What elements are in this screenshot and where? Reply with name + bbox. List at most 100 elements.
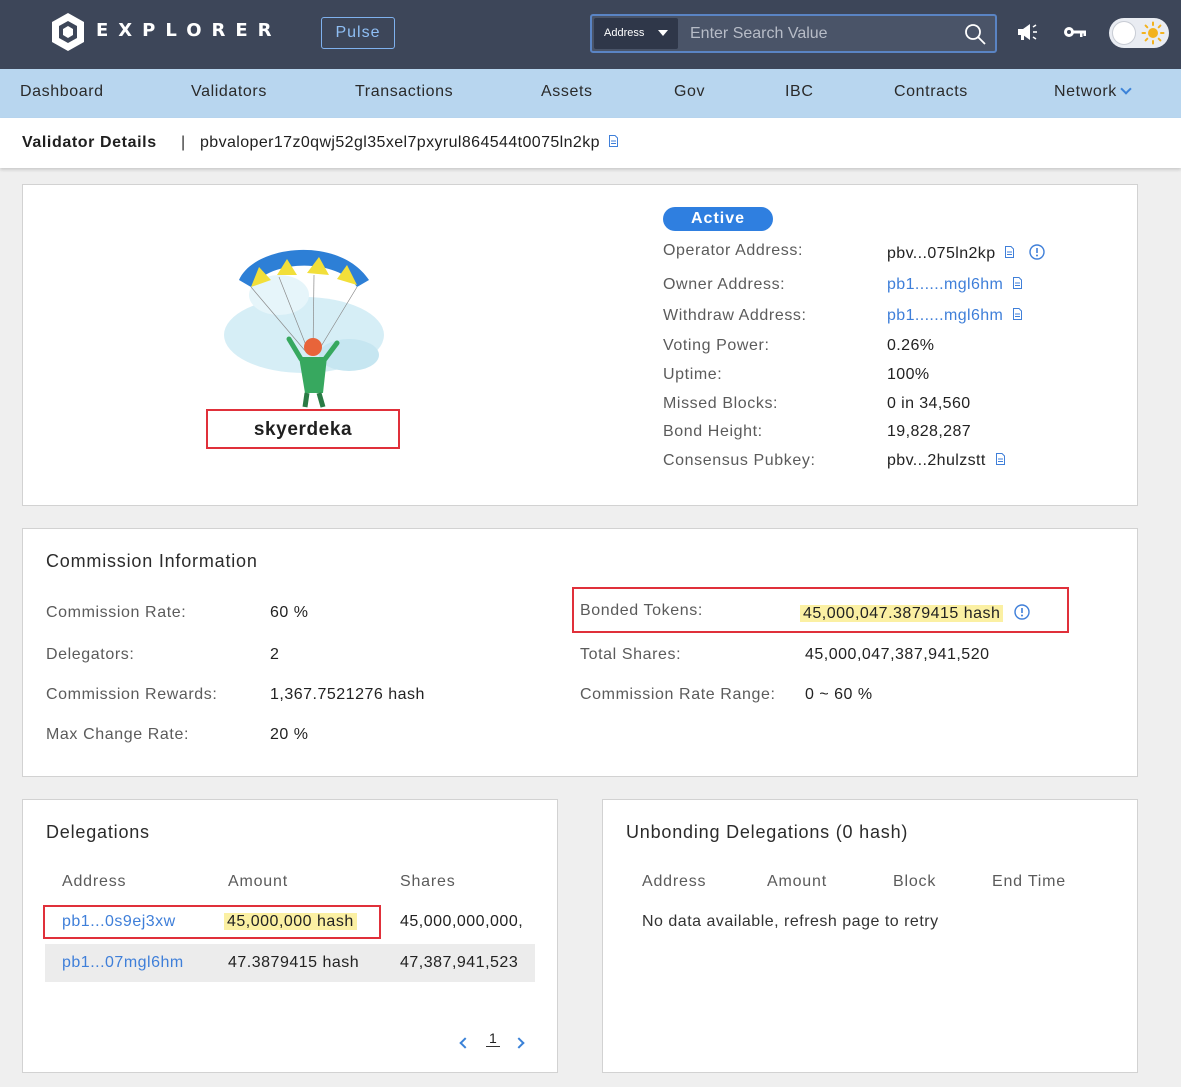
nav-dashboard[interactable]: Dashboard — [20, 83, 104, 101]
consensus-pubkey-label: Consensus Pubkey: — [663, 452, 816, 469]
nav-gov[interactable]: Gov — [674, 83, 705, 101]
validator-name-highlight: skyerdeka — [206, 409, 400, 449]
nav-validators[interactable]: Validators — [191, 83, 267, 101]
info-icon[interactable] — [1029, 244, 1045, 260]
max-change-rate-value: 20 % — [270, 726, 309, 743]
commission-rate-label: Commission Rate: — [46, 604, 187, 621]
col-end-time: End Time — [992, 873, 1066, 890]
chevron-down-icon — [1120, 83, 1132, 95]
nav-transactions[interactable]: Transactions — [355, 83, 453, 101]
delegation-amount: 47.3879415 hash — [228, 954, 360, 971]
commission-range-value: 0 ~ 60 % — [805, 686, 873, 703]
delegation-shares: 47,387,941,523 — [400, 954, 519, 971]
voting-power-label: Voting Power: — [663, 337, 770, 354]
operator-address-text: pbv...075ln2kp — [887, 245, 996, 262]
missed-blocks-value: 0 in 34,560 — [887, 395, 971, 412]
table-row: pb1...07mgl6hm 47.3879415 hash 47,387,94… — [45, 944, 535, 982]
bonded-tokens-value: 45,000,047.3879415 hash — [800, 602, 1031, 623]
withdraw-address-value[interactable]: pb1......mgl6hm — [887, 307, 1023, 325]
delegation-row-highlight — [43, 905, 381, 939]
top-bar: EXPLORER Pulse Address — [0, 0, 1181, 69]
megaphone-icon[interactable] — [1016, 22, 1038, 42]
brand-name[interactable]: EXPLORER — [96, 20, 282, 41]
validator-card: skyerdeka Active Operator Address: pbv..… — [22, 184, 1138, 506]
pulse-button[interactable]: Pulse — [321, 17, 395, 49]
validator-address: pbvaloper17z0qwj52gl35xel7pxyrul864544t0… — [200, 134, 618, 152]
search-type-select[interactable]: Address — [594, 18, 678, 49]
bond-height-label: Bond Height: — [663, 423, 763, 440]
validator-avatar — [224, 249, 384, 408]
commission-range-label: Commission Rate Range: — [580, 686, 776, 703]
delegators-label: Delegators: — [46, 646, 135, 663]
owner-address-link[interactable]: pb1......mgl6hm — [887, 276, 1003, 293]
total-shares-label: Total Shares: — [580, 646, 682, 663]
caret-down-icon — [658, 30, 668, 36]
validator-name: skyerdeka — [253, 419, 353, 440]
unbonding-title: Unbonding Delegations (0 hash) — [626, 822, 909, 842]
pagination-page[interactable]: 1 — [486, 1030, 500, 1047]
commission-title: Commission Information — [46, 551, 258, 571]
info-icon[interactable] — [1014, 604, 1031, 620]
search-type-label: Address — [604, 27, 645, 39]
theme-toggle[interactable] — [1109, 18, 1169, 48]
sun-icon — [1141, 21, 1165, 45]
consensus-pubkey-text: pbv...2hulzstt — [887, 452, 986, 469]
nav-assets[interactable]: Assets — [541, 83, 593, 101]
delegations-card: Delegations Address Amount Shares pb1...… — [22, 799, 558, 1073]
chevron-left-icon — [459, 1037, 471, 1049]
delegations-title: Delegations — [46, 822, 150, 842]
nav-contracts[interactable]: Contracts — [894, 83, 968, 101]
col-amount: Amount — [767, 873, 827, 890]
col-address: Address — [62, 873, 127, 890]
max-change-rate-label: Max Change Rate: — [46, 726, 190, 743]
unbonding-card: Unbonding Delegations (0 hash) Address A… — [602, 799, 1138, 1073]
empty-state-message: No data available, refresh page to retry — [642, 913, 939, 930]
bond-height-value: 19,828,287 — [887, 423, 972, 440]
withdraw-address-link[interactable]: pb1......mgl6hm — [887, 307, 1003, 324]
chevron-right-icon — [513, 1037, 525, 1049]
search-bar: Address — [590, 14, 997, 53]
nav-network-label: Network — [1054, 83, 1117, 100]
commission-rewards-value: 1,367.7521276 hash — [270, 686, 425, 703]
uptime-value: 100% — [887, 366, 930, 383]
delegation-address-link[interactable]: pb1...07mgl6hm — [62, 954, 184, 972]
search-icon[interactable] — [963, 22, 987, 46]
main-nav: Dashboard Validators Transactions Assets… — [0, 69, 1181, 118]
key-icon[interactable] — [1063, 23, 1087, 41]
breadcrumb: Validator Details | pbvaloper17z0qwj52gl… — [0, 118, 1181, 168]
pagination-prev[interactable] — [459, 1034, 471, 1050]
search-input[interactable] — [682, 18, 952, 49]
copy-icon[interactable] — [608, 135, 618, 147]
breadcrumb-separator: | — [181, 134, 186, 151]
validator-address-text: pbvaloper17z0qwj52gl35xel7pxyrul864544t0… — [200, 134, 600, 151]
missed-blocks-label: Missed Blocks: — [663, 395, 779, 412]
delegation-shares: 45,000,000,000, — [400, 913, 524, 930]
toggle-knob — [1113, 22, 1135, 44]
commission-card: Commission Information Commission Rate: … — [22, 528, 1138, 777]
page-title: Validator Details — [22, 134, 157, 151]
withdraw-address-label: Withdraw Address: — [663, 307, 807, 324]
status-badge: Active — [663, 207, 773, 231]
owner-address-label: Owner Address: — [663, 276, 786, 293]
voting-power-value: 0.26% — [887, 337, 935, 354]
owner-address-value[interactable]: pb1......mgl6hm — [887, 276, 1023, 294]
copy-icon[interactable] — [1005, 246, 1015, 258]
commission-rate-value: 60 % — [270, 604, 309, 621]
uptime-label: Uptime: — [663, 366, 723, 383]
total-shares-value: 45,000,047,387,941,520 — [805, 646, 990, 663]
bonded-tokens-text: 45,000,047.3879415 hash — [800, 605, 1004, 622]
copy-icon[interactable] — [995, 453, 1005, 465]
consensus-pubkey-value: pbv...2hulzstt — [887, 452, 1005, 470]
col-block: Block — [893, 873, 937, 890]
nav-network[interactable]: Network — [1054, 83, 1132, 101]
pagination-next[interactable] — [513, 1034, 525, 1050]
nav-ibc[interactable]: IBC — [785, 83, 813, 101]
explorer-logo-icon[interactable] — [50, 12, 86, 52]
col-shares: Shares — [400, 873, 456, 890]
col-address: Address — [642, 873, 707, 890]
copy-icon[interactable] — [1013, 277, 1023, 289]
address-link-text[interactable]: pb1...07mgl6hm — [62, 954, 184, 971]
copy-icon[interactable] — [1013, 308, 1023, 320]
operator-address-label: Operator Address: — [663, 242, 804, 259]
operator-address-value: pbv...075ln2kp — [887, 242, 1045, 263]
